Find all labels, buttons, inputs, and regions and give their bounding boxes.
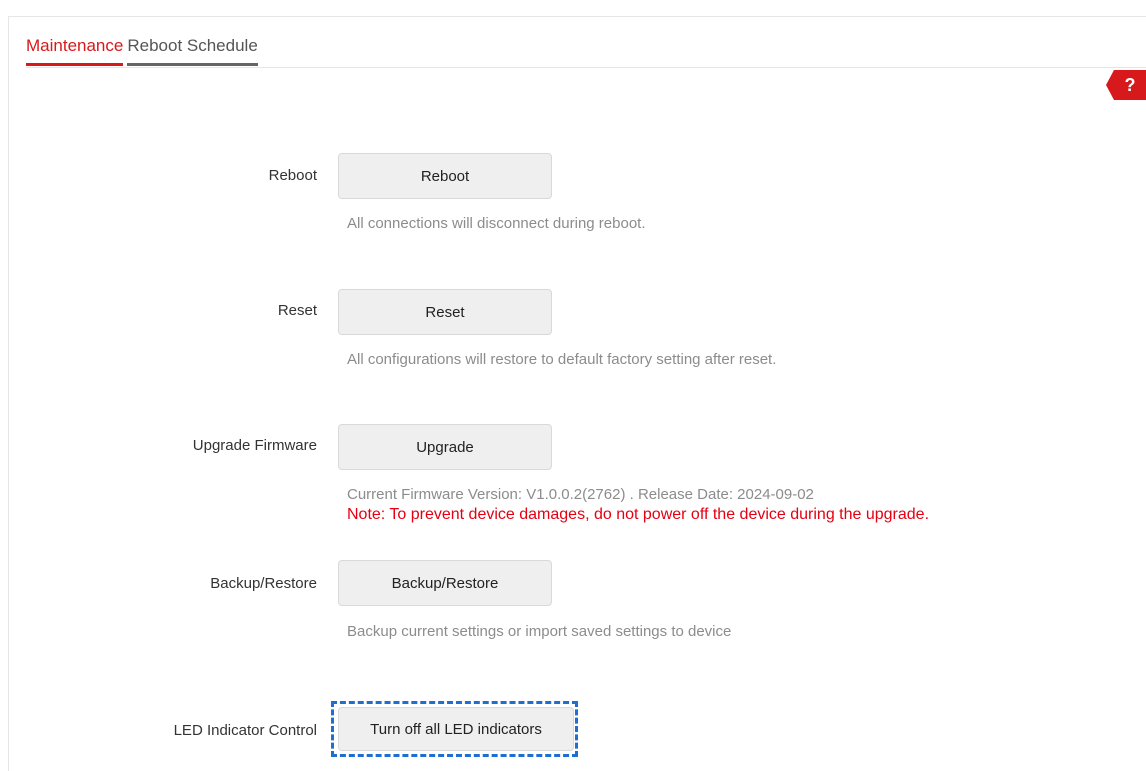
backup-restore-label: Backup/Restore — [210, 575, 317, 592]
upgrade-warning-note: Note: To prevent device damages, do not … — [347, 506, 930, 523]
backup-restore-button[interactable]: Backup/Restore — [338, 560, 552, 606]
question-icon: ? — [1106, 70, 1146, 100]
reboot-label: Reboot — [268, 167, 317, 184]
upgrade-firmware-label: Upgrade Firmware — [192, 437, 317, 454]
firmware-version-text: Current Firmware Version: V1.0.0.2(2762)… — [347, 486, 814, 503]
reset-label: Reset — [277, 302, 317, 319]
tab-maintenance[interactable]: Maintenance — [26, 34, 124, 66]
tab-bar: Maintenance Reboot Schedule — [26, 34, 258, 66]
help-symbol: ? — [1125, 75, 1136, 95]
help-button[interactable]: ? — [1106, 70, 1146, 100]
reboot-button[interactable]: Reboot — [338, 153, 552, 199]
reboot-hint: All connections will disconnect during r… — [347, 215, 646, 232]
turn-off-led-button[interactable]: Turn off all LED indicators — [338, 707, 574, 751]
reset-hint: All configurations will restore to defau… — [347, 351, 777, 368]
frame-left-border — [8, 16, 9, 771]
tab-divider — [26, 67, 1146, 68]
reset-button[interactable]: Reset — [338, 289, 552, 335]
tab-reboot-schedule[interactable]: Reboot Schedule — [127, 34, 258, 66]
backup-hint: Backup current settings or import saved … — [347, 623, 732, 640]
upgrade-button[interactable]: Upgrade — [338, 424, 552, 470]
led-indicator-control-label: LED Indicator Control — [173, 722, 317, 739]
frame-top-border — [8, 0, 1146, 17]
